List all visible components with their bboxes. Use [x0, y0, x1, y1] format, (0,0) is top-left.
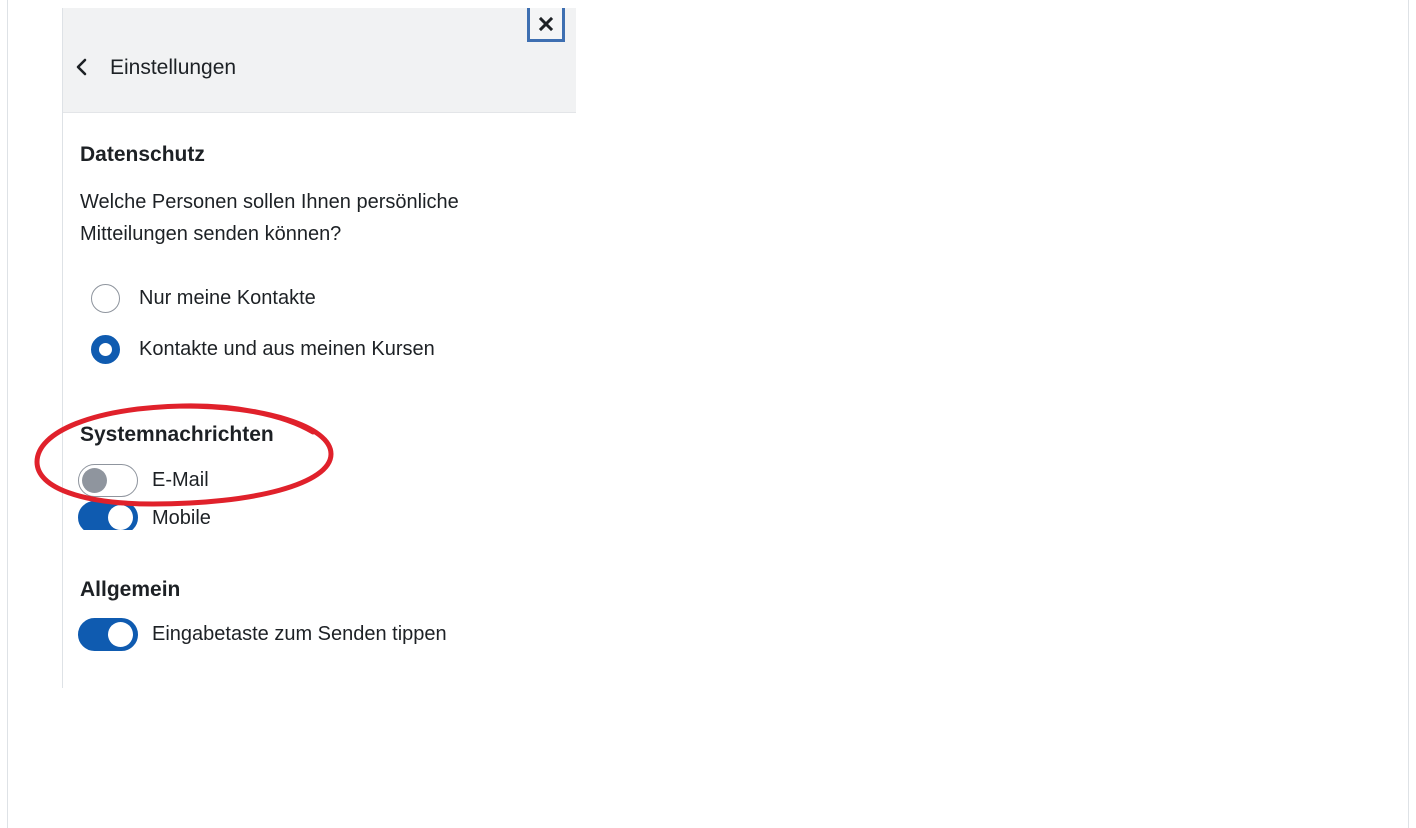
message-settings-drawer: Einstellungen Datenschutz Welche Persone…: [62, 8, 576, 688]
radio-button[interactable]: [91, 283, 120, 313]
page-left-border: [7, 0, 8, 828]
radio-label: Nur meine Kontakte: [139, 286, 316, 309]
email-toggle[interactable]: [78, 463, 138, 497]
system-messages-heading: Systemnachrichten: [80, 423, 274, 446]
privacy-heading: Datenschutz: [80, 143, 205, 166]
toggle-knob: [108, 504, 133, 530]
toggle-knob: [108, 621, 133, 647]
page-right-border: [1408, 0, 1409, 828]
radio-option-contacts-only[interactable]: Nur meine Kontakte: [91, 282, 316, 314]
email-toggle-row[interactable]: E-Mail: [78, 463, 209, 497]
mobile-toggle[interactable]: [78, 500, 138, 530]
radio-button-selected[interactable]: [91, 334, 120, 364]
radio-label: Kontakte und aus meinen Kursen: [139, 337, 435, 360]
enter-to-send-toggle-row[interactable]: Eingabetaste zum Senden tippen: [78, 617, 447, 651]
toggle-label-email: E-Mail: [152, 468, 209, 491]
chevron-left-icon: [76, 58, 87, 76]
drawer-header: Einstellungen: [63, 8, 576, 113]
toggle-knob: [82, 467, 107, 493]
toggle-label-enter-to-send: Eingabetaste zum Senden tippen: [152, 622, 447, 645]
close-icon: [538, 16, 554, 31]
general-heading: Allgemein: [80, 578, 181, 601]
drawer-title: Einstellungen: [110, 56, 237, 79]
mobile-toggle-row[interactable]: Mobile: [78, 500, 211, 530]
toggle-label-mobile: Mobile: [152, 506, 211, 529]
privacy-question: Welche Personen sollen Ihnen persönliche…: [80, 191, 459, 245]
enter-to-send-toggle[interactable]: [78, 617, 138, 651]
back-button[interactable]: [71, 56, 93, 78]
radio-option-contacts-and-courses[interactable]: Kontakte und aus meinen Kursen: [91, 333, 435, 365]
close-button[interactable]: [527, 8, 565, 42]
